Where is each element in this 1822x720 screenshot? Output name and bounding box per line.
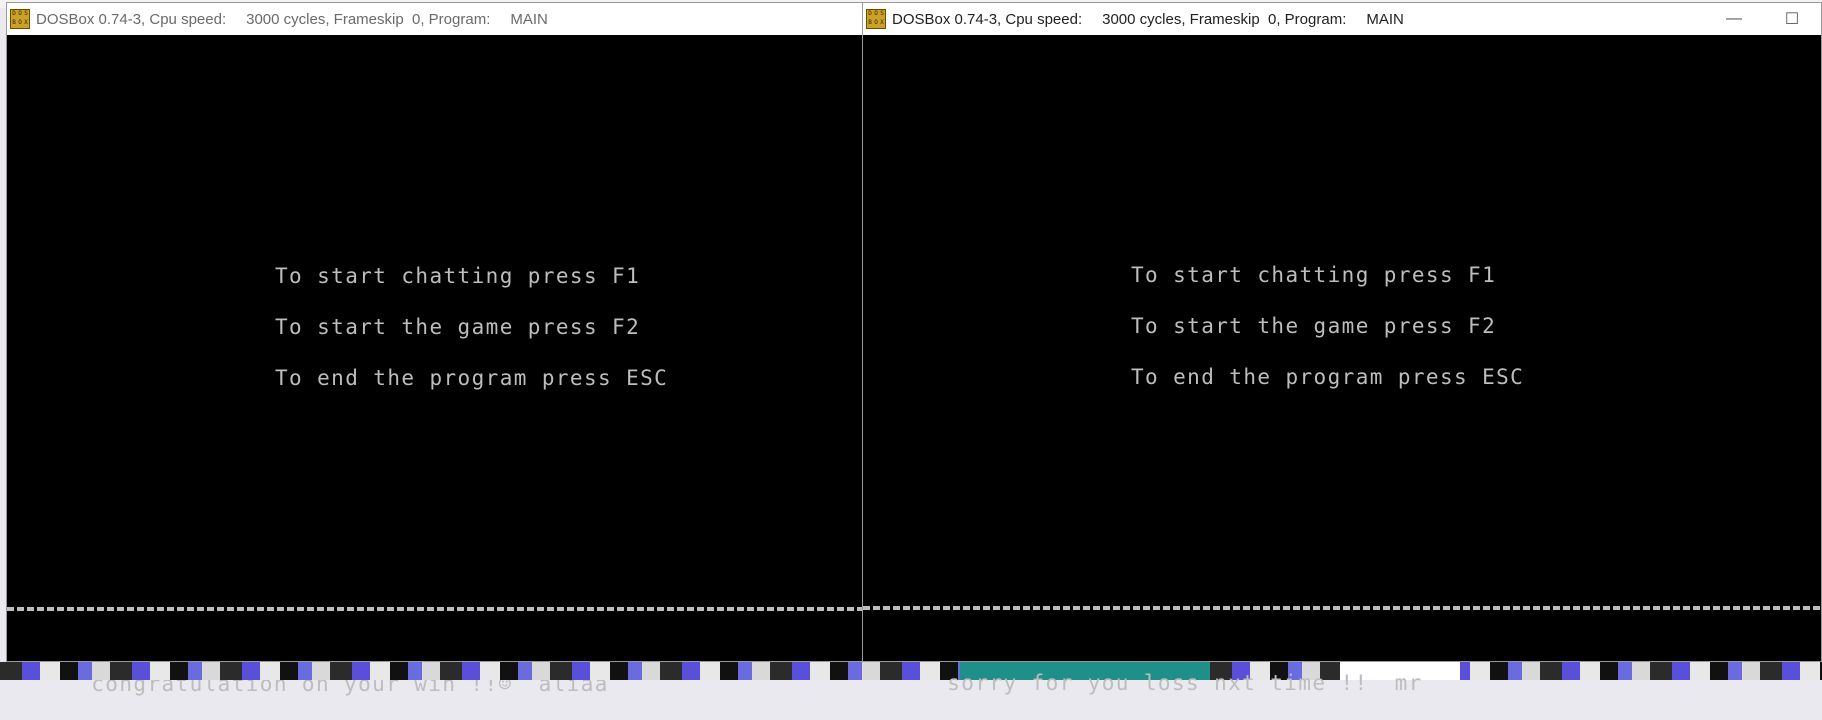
menu-option-chat: To start chatting press F1 xyxy=(275,264,641,288)
dos-screen[interactable]: To start chatting press F1 To start the … xyxy=(7,35,863,696)
status-line: congratulation on your win !!☺ aliaa xyxy=(7,648,609,720)
window-title-program: MAIN xyxy=(510,10,548,28)
menu-option-game: To start the game press F2 xyxy=(275,315,641,339)
dosbox-window-left[interactable]: DOSBOX DOSBox 0.74-3, Cpu speed: 3000 cy… xyxy=(6,2,864,696)
window-title-cycles: 3000 cycles, Frameskip 0, Program: xyxy=(1102,10,1347,28)
player-name: mr xyxy=(1394,671,1423,695)
maximize-button[interactable]: ☐ xyxy=(1763,3,1821,35)
window-controls: — ☐ xyxy=(1705,3,1821,35)
window-title-program: MAIN xyxy=(1366,10,1404,28)
menu-option-chat: To start chatting press F1 xyxy=(1131,263,1497,287)
minimize-button[interactable]: — xyxy=(1705,3,1763,35)
window-title-app: DOSBox 0.74-3, Cpu speed: xyxy=(892,10,1083,28)
screen-divider xyxy=(7,607,863,611)
dosbox-icon: DOSBOX xyxy=(10,9,30,29)
menu-option-game: To start the game press F2 xyxy=(1131,314,1497,338)
dos-screen[interactable]: To start chatting press F1 To start the … xyxy=(863,35,1821,695)
window-title-app: DOSBox 0.74-3, Cpu speed: xyxy=(36,10,227,28)
menu-option-exit: To end the program press ESC xyxy=(275,366,669,390)
title-bar[interactable]: DOSBOX DOSBox 0.74-3, Cpu speed: 3000 cy… xyxy=(7,3,863,35)
dosbox-window-right[interactable]: DOSBOX DOSBox 0.74-3, Cpu speed: 3000 cy… xyxy=(862,2,1822,695)
status-line: sorry for you loss nxt time !! mr xyxy=(863,647,1423,719)
menu-option-exit: To end the program press ESC xyxy=(1131,365,1525,389)
status-message: sorry for you loss nxt time !! xyxy=(947,671,1369,695)
window-title-cycles: 3000 cycles, Frameskip 0, Program: xyxy=(246,10,491,28)
title-bar[interactable]: DOSBOX DOSBox 0.74-3, Cpu speed: 3000 cy… xyxy=(863,3,1821,35)
screen-divider xyxy=(863,606,1821,610)
dosbox-icon: DOSBOX xyxy=(866,9,886,29)
